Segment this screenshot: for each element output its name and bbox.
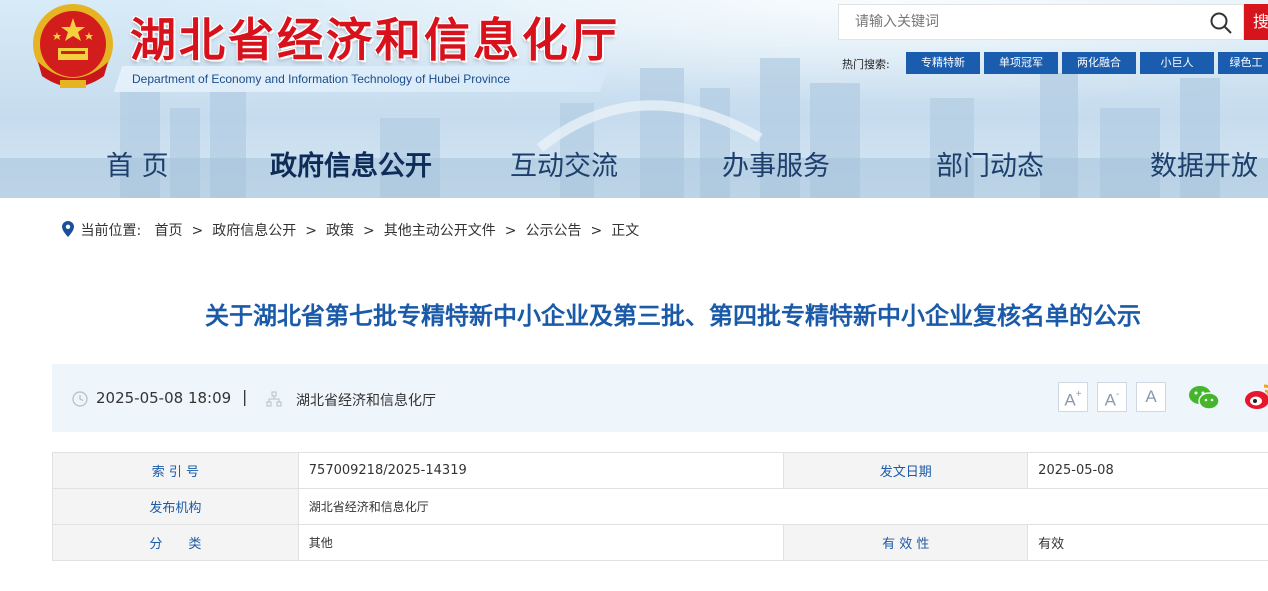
nav-item-gov-info[interactable]: 政府信息公开 bbox=[270, 144, 432, 183]
site-title: 湖北省经济和信息化厅 bbox=[130, 13, 620, 67]
hot-search-tag[interactable]: 单项冠军 bbox=[984, 52, 1058, 74]
nav-item-interaction[interactable]: 互动交流 bbox=[510, 144, 618, 183]
breadcrumb-separator: > bbox=[363, 223, 375, 239]
nav-item-dept-news[interactable]: 部门动态 bbox=[936, 144, 1044, 183]
breadcrumb-item-gov-info[interactable]: 政府信息公开 bbox=[212, 223, 296, 239]
weibo-share-icon[interactable] bbox=[1244, 380, 1268, 412]
table-row: 分 类 其他 有 效 性 有效 bbox=[52, 524, 1268, 561]
font-larger-sup: + bbox=[1075, 389, 1082, 400]
publishing-agency-value: 湖北省经济和信息化厅 bbox=[297, 488, 1268, 525]
publisher: 湖北省经济和信息化厅 bbox=[296, 393, 436, 409]
site-subtitle: Department of Economy and Information Te… bbox=[132, 72, 510, 86]
article-meta-bar: 2025-05-08 18:09 | 湖北省经济和信息化厅 A+ A- A bbox=[52, 364, 1268, 432]
breadcrumb-separator: > bbox=[305, 223, 317, 239]
breadcrumb-separator: > bbox=[504, 223, 517, 239]
table-row: 索 引 号 757009218/2025-14319 发文日期 2025-05-… bbox=[52, 452, 1268, 489]
breadcrumb-item-notices[interactable]: 公示公告 bbox=[525, 223, 581, 239]
font-default-button[interactable]: A bbox=[1136, 382, 1166, 412]
search-icon[interactable] bbox=[1209, 11, 1233, 35]
hot-search-tag[interactable]: 专精特新 bbox=[906, 52, 980, 74]
breadcrumb: 当前位置: 首页 > 政府信息公开 > 政策 > 其他主动公开文件 > 公示公告 > 正文 bbox=[62, 220, 639, 240]
issue-date-value: 2025-05-08 bbox=[1027, 452, 1268, 489]
font-default-label: A bbox=[1145, 387, 1157, 406]
category-label: 分 类 bbox=[52, 524, 299, 561]
category-value: 其他 bbox=[297, 524, 785, 561]
meta-divider: | bbox=[242, 387, 248, 406]
nav-item-home[interactable]: 首 页 bbox=[106, 144, 169, 183]
article-title: 关于湖北省第七批专精特新中小企业及第三批、第四批专精特新中小企业复核名单的公示 bbox=[205, 302, 1141, 330]
hot-search-tag[interactable]: 小巨人 bbox=[1140, 52, 1214, 74]
breadcrumb-item-home[interactable]: 首页 bbox=[155, 223, 183, 239]
location-pin-icon bbox=[62, 221, 74, 237]
index-number-value: 757009218/2025-14319 bbox=[297, 452, 785, 489]
publishing-agency-label: 发布机构 bbox=[52, 488, 299, 525]
validity-label: 有 效 性 bbox=[783, 524, 1029, 561]
breadcrumb-separator: > bbox=[590, 223, 603, 239]
search-button[interactable]: 搜 bbox=[1244, 4, 1268, 40]
table-row: 发布机构 湖北省经济和信息化厅 bbox=[52, 488, 1268, 525]
breadcrumb-item-policy[interactable]: 政策 bbox=[326, 223, 354, 239]
nav-item-services[interactable]: 办事服务 bbox=[722, 144, 830, 183]
font-smaller-sup: - bbox=[1116, 389, 1120, 400]
wechat-share-icon[interactable] bbox=[1188, 384, 1220, 412]
publish-time: 2025-05-08 18:09 bbox=[96, 389, 232, 407]
breadcrumb-item-other-files[interactable]: 其他主动公开文件 bbox=[384, 223, 496, 239]
document-info-table: 索 引 号 757009218/2025-14319 发文日期 2025-05-… bbox=[52, 452, 1268, 561]
breadcrumb-prefix: 当前位置: bbox=[80, 223, 142, 239]
breadcrumb-separator: > bbox=[191, 223, 204, 239]
search-input[interactable] bbox=[839, 5, 1199, 39]
search-box bbox=[838, 4, 1244, 40]
site-subtitle-banner: Department of Economy and Information Te… bbox=[113, 66, 609, 92]
issue-date-label: 发文日期 bbox=[783, 452, 1029, 489]
hot-search-tag[interactable]: 绿色工 bbox=[1218, 52, 1268, 74]
organization-icon bbox=[266, 391, 282, 407]
header-banner: 湖北省经济和信息化厅 Department of Economy and Inf… bbox=[0, 0, 1268, 198]
clock-icon bbox=[72, 391, 88, 407]
font-smaller-button[interactable]: A- bbox=[1097, 382, 1127, 412]
font-larger-button[interactable]: A+ bbox=[1058, 382, 1088, 412]
font-smaller-label: A bbox=[1104, 390, 1116, 410]
font-larger-label: A bbox=[1064, 390, 1076, 410]
nav-item-open-data[interactable]: 数据开放 bbox=[1150, 144, 1258, 183]
validity-value: 有效 bbox=[1027, 524, 1268, 561]
breadcrumb-item-current: 正文 bbox=[611, 223, 640, 239]
national-emblem-icon bbox=[33, 4, 113, 88]
hot-search-label: 热门搜索: bbox=[842, 58, 890, 71]
index-number-label: 索 引 号 bbox=[52, 452, 299, 489]
hot-search-tag[interactable]: 两化融合 bbox=[1062, 52, 1136, 74]
